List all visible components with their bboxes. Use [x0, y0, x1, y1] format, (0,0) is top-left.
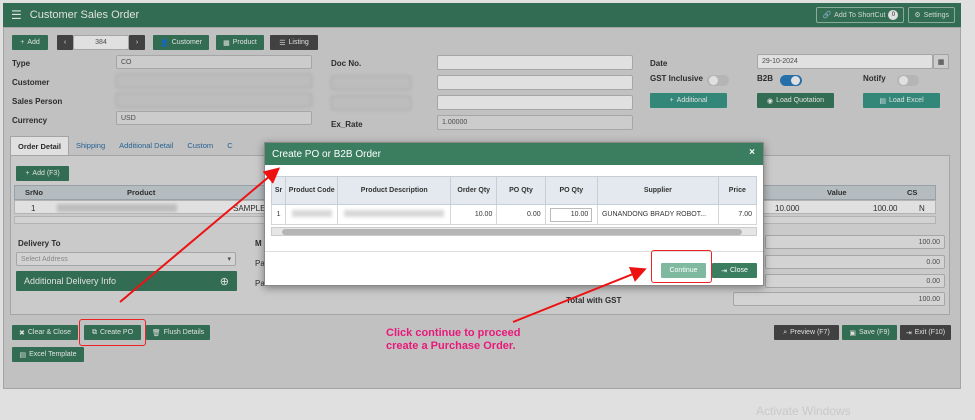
annotation-line-2: create a Purchase Order. — [386, 340, 516, 352]
annotation-arrows — [119, 167, 647, 323]
arrow-to-modal — [119, 167, 281, 303]
instruction-annotation: Click continue to proceed create a Purch… — [386, 327, 520, 353]
arrow-to-continue — [512, 267, 647, 323]
windows-watermark: Activate Windows — [756, 404, 851, 418]
annotation-line-1: Click continue to proceed — [386, 327, 521, 339]
